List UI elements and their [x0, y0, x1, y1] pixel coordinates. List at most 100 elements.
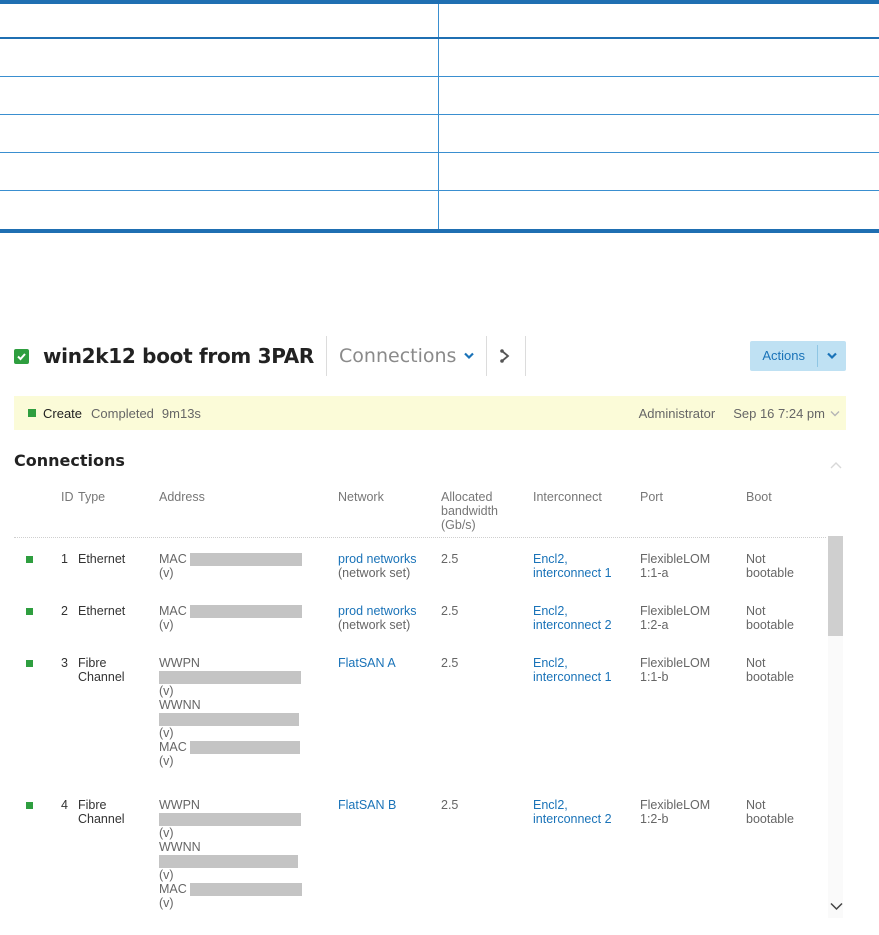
status-cell	[14, 538, 48, 590]
table-row[interactable]: 1 Ethernet MAC (v) prod networks (networ…	[14, 538, 826, 590]
mac-virtual-tag: (v)	[159, 896, 174, 910]
address-cell: WWPN (v) WWNN (v) MAC (v)	[159, 642, 338, 784]
chevron-down-icon[interactable]	[830, 406, 840, 421]
empty-table-cell	[439, 115, 879, 152]
view-selector-label: Connections	[339, 345, 457, 367]
network-cell: FlatSAN A	[338, 642, 441, 784]
wwnn-label: WWNN	[159, 698, 201, 712]
boot-line: Not	[746, 552, 766, 566]
interconnect-enclosure: Encl2,	[533, 552, 568, 566]
actions-menu: Actions	[750, 341, 846, 371]
empty-table-cell	[439, 4, 879, 37]
interconnect-name: interconnect 2	[533, 812, 612, 826]
interconnect-name: interconnect 2	[533, 618, 612, 632]
empty-table-cell	[0, 77, 439, 114]
related-resources-icon[interactable]	[499, 347, 513, 365]
status-ok-icon	[26, 660, 33, 667]
port-cell: FlexibleLOM 1:1-a	[640, 538, 746, 590]
column-header-type[interactable]: Type	[78, 486, 159, 537]
address-cell: MAC (v)	[159, 590, 338, 642]
wwnn-virtual-tag: (v)	[159, 726, 174, 740]
actions-button[interactable]: Actions	[750, 341, 817, 371]
page-title: win2k12 boot from 3PAR	[43, 344, 315, 368]
divider	[486, 336, 488, 376]
bandwidth-header-line: Allocated	[441, 490, 493, 504]
column-header-port[interactable]: Port	[640, 486, 746, 537]
boot-cell: Not bootable	[746, 784, 826, 914]
redacted-value	[159, 813, 301, 826]
mac-line: MAC	[159, 604, 338, 618]
boot-line: bootable	[746, 618, 794, 632]
id-cell: 4	[61, 798, 68, 812]
wwnn-label: WWNN	[159, 840, 201, 854]
bandwidth-cell: 2.5	[441, 798, 459, 812]
wwpn-virtual-tag: (v)	[159, 826, 174, 840]
status-ok-icon	[26, 608, 33, 615]
column-header-interconnect[interactable]: Interconnect	[533, 486, 640, 537]
interconnect-enclosure: Encl2,	[533, 656, 568, 670]
table-header: ID Type Address Network Allocated bandwi…	[14, 486, 826, 538]
boot-line: bootable	[746, 812, 794, 826]
network-link[interactable]: FlatSAN A	[338, 656, 441, 670]
type-cell: Fibre Channel	[78, 642, 159, 784]
redacted-value	[189, 882, 302, 896]
port-cell: FlexibleLOM 1:2-b	[640, 784, 746, 914]
divider	[326, 336, 328, 376]
empty-table	[0, 0, 879, 233]
column-header-id[interactable]: ID	[48, 486, 78, 537]
column-header-network[interactable]: Network	[338, 486, 441, 537]
interconnect-enclosure: Encl2,	[533, 604, 568, 618]
redacted-value	[189, 552, 302, 566]
network-link[interactable]: FlatSAN B	[338, 798, 441, 812]
network-subtext: (network set)	[338, 566, 411, 580]
bandwidth-header-line: bandwidth	[441, 504, 498, 518]
port-name: FlexibleLOM	[640, 604, 711, 618]
mac-virtual-tag: (v)	[159, 754, 174, 768]
scrollbar-thumb[interactable]	[828, 536, 843, 636]
port-id: 1:2-a	[640, 618, 669, 632]
table-row[interactable]: 2 Ethernet MAC (v) prod networks (networ…	[14, 590, 826, 642]
scroll-down-icon[interactable]	[830, 898, 843, 916]
column-header-boot[interactable]: Boot	[746, 486, 826, 537]
network-link[interactable]: prod networks	[338, 552, 441, 566]
actions-dropdown-button[interactable]	[818, 341, 846, 371]
bandwidth-cell: 2.5	[441, 552, 459, 566]
type-cell: Fibre Channel	[78, 784, 159, 914]
redacted-value	[159, 713, 299, 726]
redacted-value	[189, 740, 300, 754]
activity-bar[interactable]: Create Completed 9m13s Administrator Sep…	[14, 396, 846, 430]
scroll-up-icon[interactable]	[830, 456, 842, 474]
table-row[interactable]: 3 Fibre Channel WWPN (v) WWNN (v) MAC (v…	[14, 642, 826, 784]
interconnect-enclosure: Encl2,	[533, 798, 568, 812]
wwpn-label: WWPN	[159, 656, 200, 670]
port-name: FlexibleLOM	[640, 552, 711, 566]
port-name: FlexibleLOM	[640, 656, 711, 670]
interconnect-link[interactable]: Encl2, interconnect 2	[533, 784, 640, 914]
interconnect-link[interactable]: Encl2, interconnect 1	[533, 642, 640, 784]
empty-table-cell	[0, 191, 439, 229]
bandwidth-cell: 2.5	[441, 656, 459, 670]
network-subtext: (network set)	[338, 618, 411, 632]
wwpn-label: WWPN	[159, 798, 200, 812]
network-link[interactable]: prod networks	[338, 604, 441, 618]
column-header-address[interactable]: Address	[159, 486, 338, 537]
mac-label: MAC	[159, 604, 187, 618]
view-selector[interactable]: Connections	[339, 345, 475, 367]
mac-label: MAC	[159, 882, 187, 896]
interconnect-link[interactable]: Encl2, interconnect 1	[533, 538, 640, 590]
table-row[interactable]: 4 Fibre Channel WWPN (v) WWNN (v) MAC (v…	[14, 784, 826, 914]
boot-line: bootable	[746, 566, 794, 580]
mac-label: MAC	[159, 740, 187, 754]
boot-line: Not	[746, 656, 766, 670]
id-cell: 3	[61, 656, 68, 670]
empty-table-cell	[439, 153, 879, 190]
redacted-value	[189, 604, 302, 618]
interconnect-name: interconnect 1	[533, 670, 612, 684]
boot-line: Not	[746, 604, 766, 618]
wwpn-virtual-tag: (v)	[159, 684, 174, 698]
type-line: Channel	[78, 670, 125, 684]
mac-virtual-tag: (v)	[159, 618, 174, 632]
interconnect-link[interactable]: Encl2, interconnect 2	[533, 590, 640, 642]
type-line: Fibre	[78, 656, 107, 670]
column-header-bandwidth[interactable]: Allocated bandwidth (Gb/s)	[441, 486, 533, 537]
